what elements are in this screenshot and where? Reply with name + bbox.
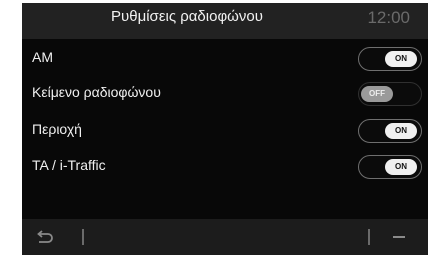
setting-row-am[interactable]: AM ON — [22, 45, 428, 73]
setting-label-ta-traffic: TA / i-Traffic — [32, 157, 106, 173]
toggle-am[interactable]: ON — [358, 47, 422, 71]
toggle-region[interactable]: ON — [358, 119, 422, 143]
setting-row-radio-text[interactable]: Κείμενο ραδιοφώνου OFF — [22, 80, 428, 108]
setting-label-radio-text: Κείμενο ραδιοφώνου — [32, 84, 161, 100]
setting-row-ta-traffic[interactable]: TA / i-Traffic ON — [22, 153, 428, 181]
footer-divider-left — [82, 229, 84, 245]
header-bar: Ρυθμίσεις ραδιοφώνου 12:00 — [22, 3, 428, 39]
back-button[interactable] — [30, 225, 60, 249]
radio-settings-screen: Ρυθμίσεις ραδιοφώνου 12:00 AM ON Κείμενο… — [22, 3, 428, 255]
setting-label-region: Περιοχή — [32, 121, 82, 137]
clock: 12:00 — [367, 8, 410, 27]
setting-row-region[interactable]: Περιοχή ON — [22, 117, 428, 145]
back-arrow-icon — [37, 230, 53, 243]
page-title: Ρυθμίσεις ραδιοφώνου — [111, 8, 263, 25]
footer-divider-right — [368, 229, 370, 245]
setting-label-am: AM — [32, 49, 53, 65]
toggle-state-am: ON — [385, 51, 417, 67]
toggle-radio-text[interactable]: OFF — [358, 82, 422, 106]
footer-bar — [22, 219, 428, 255]
menu-button[interactable] — [382, 225, 422, 249]
toggle-state-radio-text: OFF — [361, 86, 393, 102]
toggle-state-region: ON — [385, 123, 417, 139]
toggle-ta-traffic[interactable]: ON — [358, 155, 422, 179]
toggle-state-ta-traffic: ON — [385, 159, 417, 175]
menu-dash-icon — [393, 236, 405, 238]
